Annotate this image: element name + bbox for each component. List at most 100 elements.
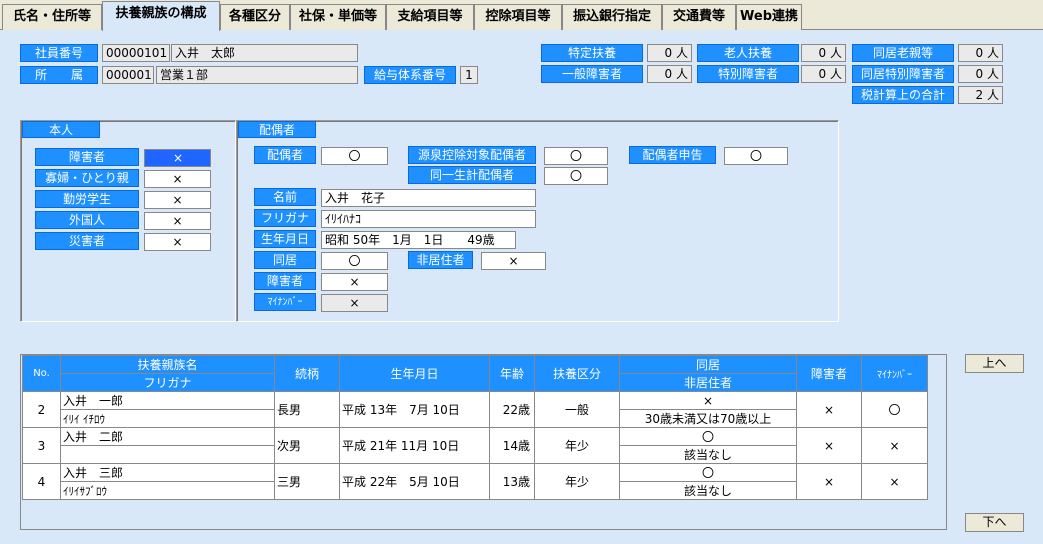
dokyo-rojin-label: 同居老親等 (852, 44, 954, 62)
family-table: No. 扶養親族名 続柄 生年月日 年齢 扶養区分 同居 障害者 ﾏｲﾅﾝﾊﾞｰ… (22, 355, 928, 500)
tab-dependents[interactable]: 扶養親族の構成 (102, 1, 220, 31)
header-dokyo: 同居 (619, 355, 797, 374)
tab-bar: 氏名・住所等 扶養親族の構成 各種区分 社保・単価等 支給項目等 控除項目等 振… (0, 0, 1043, 31)
honnin-gaikoku-label: 外国人 (35, 211, 139, 229)
row-birth: 平成 21年 11月 10日 (339, 427, 490, 464)
up-button[interactable]: 上へ (965, 354, 1024, 373)
spouse-doitsu-field[interactable]: 〇 (544, 167, 608, 185)
row-kubun: 年少 (534, 463, 620, 500)
spouse-haigusha-field[interactable]: 〇 (321, 147, 388, 165)
tab-web[interactable]: Web連携 (736, 4, 802, 30)
down-button[interactable]: 下へ (965, 513, 1024, 532)
tab-bank-transfer[interactable]: 振込銀行指定 (562, 4, 662, 30)
header-name: 扶養親族名 (60, 355, 275, 374)
dokyo-rojin-count: 0 人 (958, 44, 1003, 62)
row-birth: 平成 22年 5月 10日 (339, 463, 490, 500)
spouse-name-field[interactable]: 入井 花子 (321, 189, 536, 207)
row-relation: 長男 (274, 391, 340, 428)
ippan-shogai-label: 一般障害者 (541, 65, 643, 83)
spouse-kana-field[interactable]: ｲﾘｲﾊﾅｺ (321, 210, 536, 228)
row-kana (60, 445, 275, 464)
row-mynumber: 〇 (861, 391, 928, 428)
header-birth: 生年月日 (339, 355, 490, 392)
tokutei-label: 特定扶養 (541, 44, 643, 62)
spouse-birth-field[interactable]: 昭和 50年 1月 1日 49歳 (321, 231, 516, 249)
tab-deduction-items[interactable]: 控除項目等 (474, 4, 562, 30)
spouse-hikyoju-label: 非居住者 (408, 251, 473, 269)
row-dokyo: 〇 (619, 463, 797, 482)
tab-transport[interactable]: 交通費等 (662, 4, 736, 30)
emp-name-field: 入井 太郎 (171, 44, 358, 62)
honnin-shogai-value: × (146, 151, 210, 165)
tab-payment-items[interactable]: 支給項目等 (386, 4, 474, 30)
table-row[interactable]: 2 入井 一郎 長男 平成 13年 7月 10日 22歳 一般 × × 〇 (22, 391, 928, 428)
honnin-saigai-field[interactable]: × (144, 233, 211, 251)
spouse-shogai-field[interactable]: × (321, 273, 388, 291)
spouse-title: 配偶者 (238, 121, 316, 138)
row-shogai: × (796, 391, 862, 428)
header-age: 年齢 (489, 355, 535, 392)
row-mynumber: × (861, 463, 928, 500)
header-relation: 続柄 (274, 355, 340, 392)
tab-name-address[interactable]: 氏名・住所等 (2, 4, 102, 30)
row-kubun: 一般 (534, 391, 620, 428)
spouse-birth-label: 生年月日 (254, 230, 316, 248)
row-hikyoju: 該当なし (619, 481, 797, 500)
row-name: 入井 一郎 (60, 391, 275, 410)
honnin-shogai-field[interactable]: × (144, 149, 211, 167)
row-dokyo: 〇 (619, 427, 797, 446)
row-no: 3 (22, 427, 61, 464)
tab-insurance-rate[interactable]: 社保・単価等 (290, 4, 386, 30)
spouse-name-label: 名前 (254, 188, 316, 206)
total-count: 2 人 (958, 86, 1003, 104)
honnin-title: 本人 (22, 121, 100, 138)
row-name: 入井 三郎 (60, 463, 275, 482)
header-shogai: 障害者 (796, 355, 862, 392)
spouse-shinkoku-field[interactable]: 〇 (724, 147, 788, 165)
emp-no-field: 00000101 (102, 44, 170, 62)
spouse-shogai-label: 障害者 (254, 272, 316, 290)
spouse-dokyo-field[interactable]: 〇 (321, 252, 388, 270)
row-relation: 次男 (274, 427, 340, 464)
spouse-doitsu-label: 同一生計配偶者 (408, 166, 536, 184)
dokyo-tokubetsu-count: 0 人 (958, 65, 1003, 83)
spouse-mynumber-label: ﾏｲﾅﾝﾊﾞｰ (254, 293, 316, 311)
header-hikyoju: 非居住者 (619, 373, 797, 392)
table-row[interactable]: 3 入井 二郎 次男 平成 21年 11月 10日 14歳 年少 〇 × × (22, 427, 928, 464)
spouse-kana-label: フリガナ (254, 209, 316, 227)
row-shogai: × (796, 427, 862, 464)
honnin-saigai-label: 災害者 (35, 232, 139, 250)
row-birth: 平成 13年 7月 10日 (339, 391, 490, 428)
table-row[interactable]: 4 入井 三郎 三男 平成 22年 5月 10日 13歳 年少 〇 × × (22, 463, 928, 500)
header-no: No. (22, 355, 61, 392)
spouse-gensen-label: 源泉控除対象配偶者 (408, 146, 536, 164)
row-kana: ｲﾘｲｻﾌﾞﾛｳ (60, 481, 275, 500)
row-relation: 三男 (274, 463, 340, 500)
spouse-shinkoku-label: 配偶者申告 (629, 146, 716, 164)
spouse-hikyoju-field[interactable]: × (481, 252, 546, 270)
honnin-kinro-label: 勤労学生 (35, 190, 139, 208)
header-kana: フリガナ (60, 373, 275, 392)
honnin-gaikoku-field[interactable]: × (144, 212, 211, 230)
honnin-kafu-field[interactable]: × (144, 170, 211, 188)
spouse-haigusha-label: 配偶者 (254, 146, 316, 164)
row-no: 4 (22, 463, 61, 500)
tab-categories[interactable]: 各種区分 (220, 4, 290, 30)
row-age: 14歳 (489, 427, 535, 464)
dept-name-field: 営業１部 (156, 66, 358, 84)
dokyo-tokubetsu-label: 同居特別障害者 (852, 65, 954, 83)
row-shogai: × (796, 463, 862, 500)
row-mynumber: × (861, 427, 928, 464)
row-dokyo: × (619, 391, 797, 410)
rojin-count: 0 人 (801, 44, 846, 62)
spouse-gensen-field[interactable]: 〇 (544, 147, 608, 165)
header-kubun: 扶養区分 (534, 355, 620, 392)
honnin-kinro-field[interactable]: × (144, 191, 211, 209)
row-hikyoju: 30歳未満又は70歳以上 (619, 409, 797, 428)
tokubetsu-shogai-label: 特別障害者 (697, 65, 799, 83)
row-kubun: 年少 (534, 427, 620, 464)
pay-system-label: 給与体系番号 (364, 66, 456, 84)
honnin-kafu-label: 寡婦・ひとり親 (35, 169, 139, 187)
pay-system-field: 1 (460, 66, 478, 84)
total-label: 税計算上の合計 (852, 86, 954, 104)
